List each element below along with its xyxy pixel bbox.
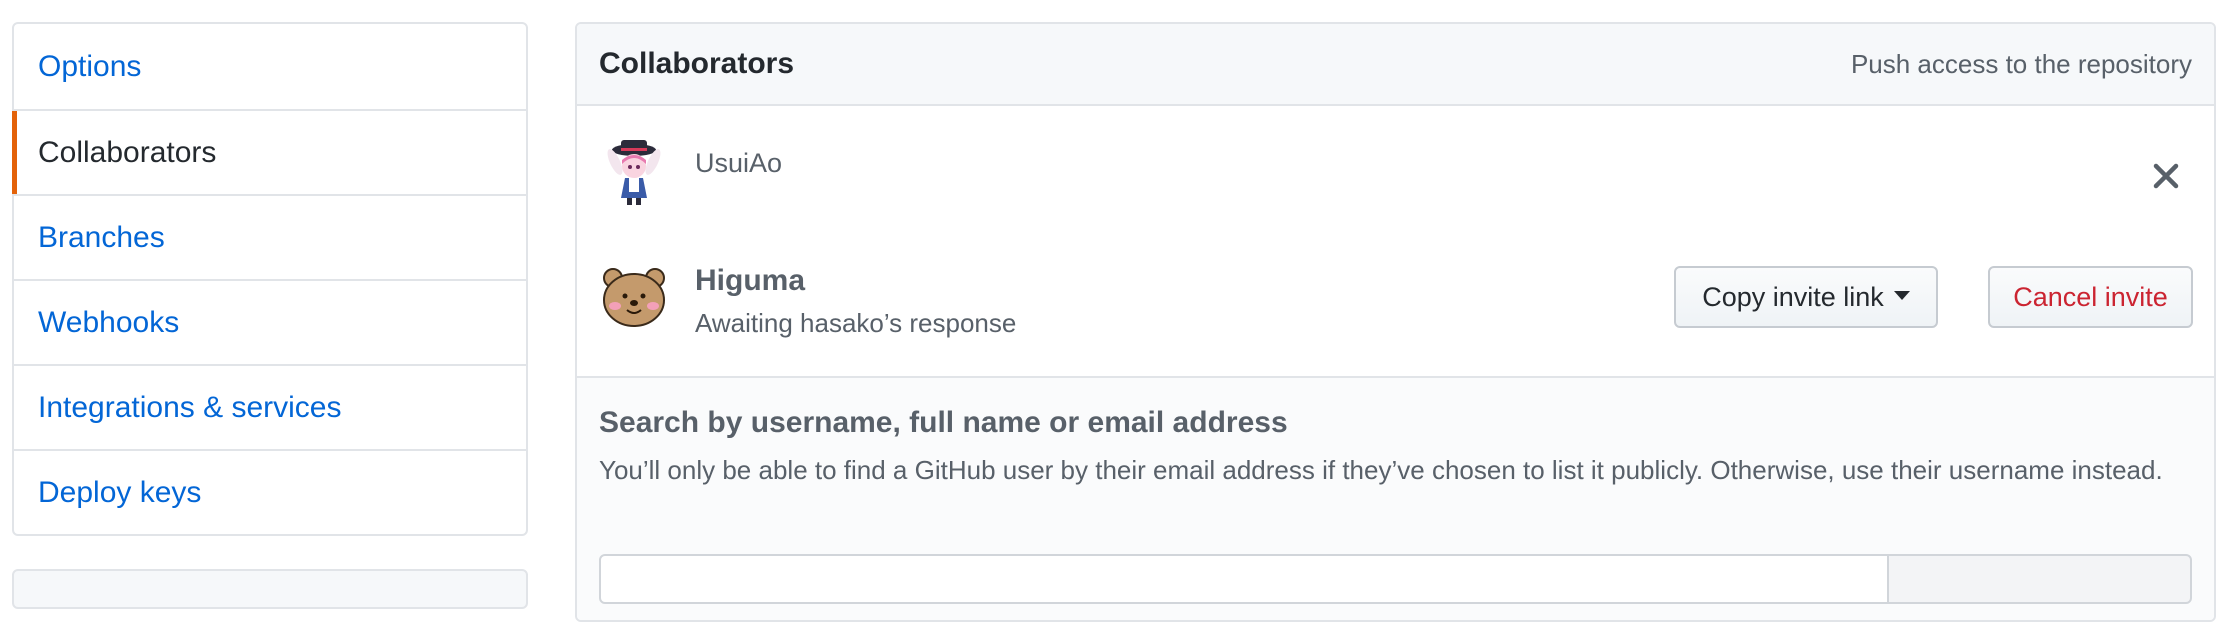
- copy-invite-link-button[interactable]: Copy invite link: [1674, 266, 1938, 328]
- panel-note: Push access to the repository: [1850, 48, 2192, 79]
- invite-status: Awaiting hasako’s response: [695, 308, 1017, 338]
- invitee-username[interactable]: Higuma: [695, 264, 805, 298]
- sidebar-item-collaborators[interactable]: Collaborators: [12, 109, 526, 194]
- search-help-text: You’ll only be able to find a GitHub use…: [599, 455, 2163, 485]
- cancel-invite-label: Cancel invite: [2013, 281, 2168, 312]
- secondary-sidebar-box: [12, 569, 528, 609]
- sidebar-item-options[interactable]: Options: [14, 24, 526, 109]
- sidebar-item-branches[interactable]: Branches: [14, 194, 526, 279]
- pending-invite-row: Higuma Awaiting hasako’s response Copy i…: [577, 252, 2214, 376]
- remove-collaborator-button[interactable]: [2146, 156, 2186, 196]
- settings-sidebar: Options Collaborators Branches Webhooks …: [12, 22, 528, 536]
- collaborator-username[interactable]: UsuiAo: [695, 148, 782, 179]
- panel-title: Collaborators: [599, 47, 795, 80]
- panel-header: Collaborators Push access to the reposit…: [577, 24, 2214, 106]
- cancel-invite-button[interactable]: Cancel invite: [1988, 266, 2193, 328]
- anime-girl-avatar-icon[interactable]: [599, 136, 669, 206]
- search-input[interactable]: [599, 554, 1889, 604]
- collaborators-panel: Collaborators Push access to the reposit…: [575, 22, 2216, 622]
- add-collaborator-button[interactable]: [1887, 554, 2192, 604]
- search-section: Search by username, full name or email a…: [577, 376, 2214, 620]
- close-icon: [2153, 163, 2179, 189]
- search-title: Search by username, full name or email a…: [599, 406, 1288, 439]
- collaborator-row: UsuiAo: [577, 106, 2214, 252]
- sidebar-item-webhooks[interactable]: Webhooks: [14, 279, 526, 364]
- sidebar-item-integrations[interactable]: Integrations & services: [14, 364, 526, 449]
- caret-down-icon: [1893, 290, 1910, 300]
- bear-avatar-icon[interactable]: [599, 262, 669, 332]
- copy-invite-link-label: Copy invite link: [1702, 281, 1884, 312]
- sidebar-item-deploy-keys[interactable]: Deploy keys: [14, 449, 526, 534]
